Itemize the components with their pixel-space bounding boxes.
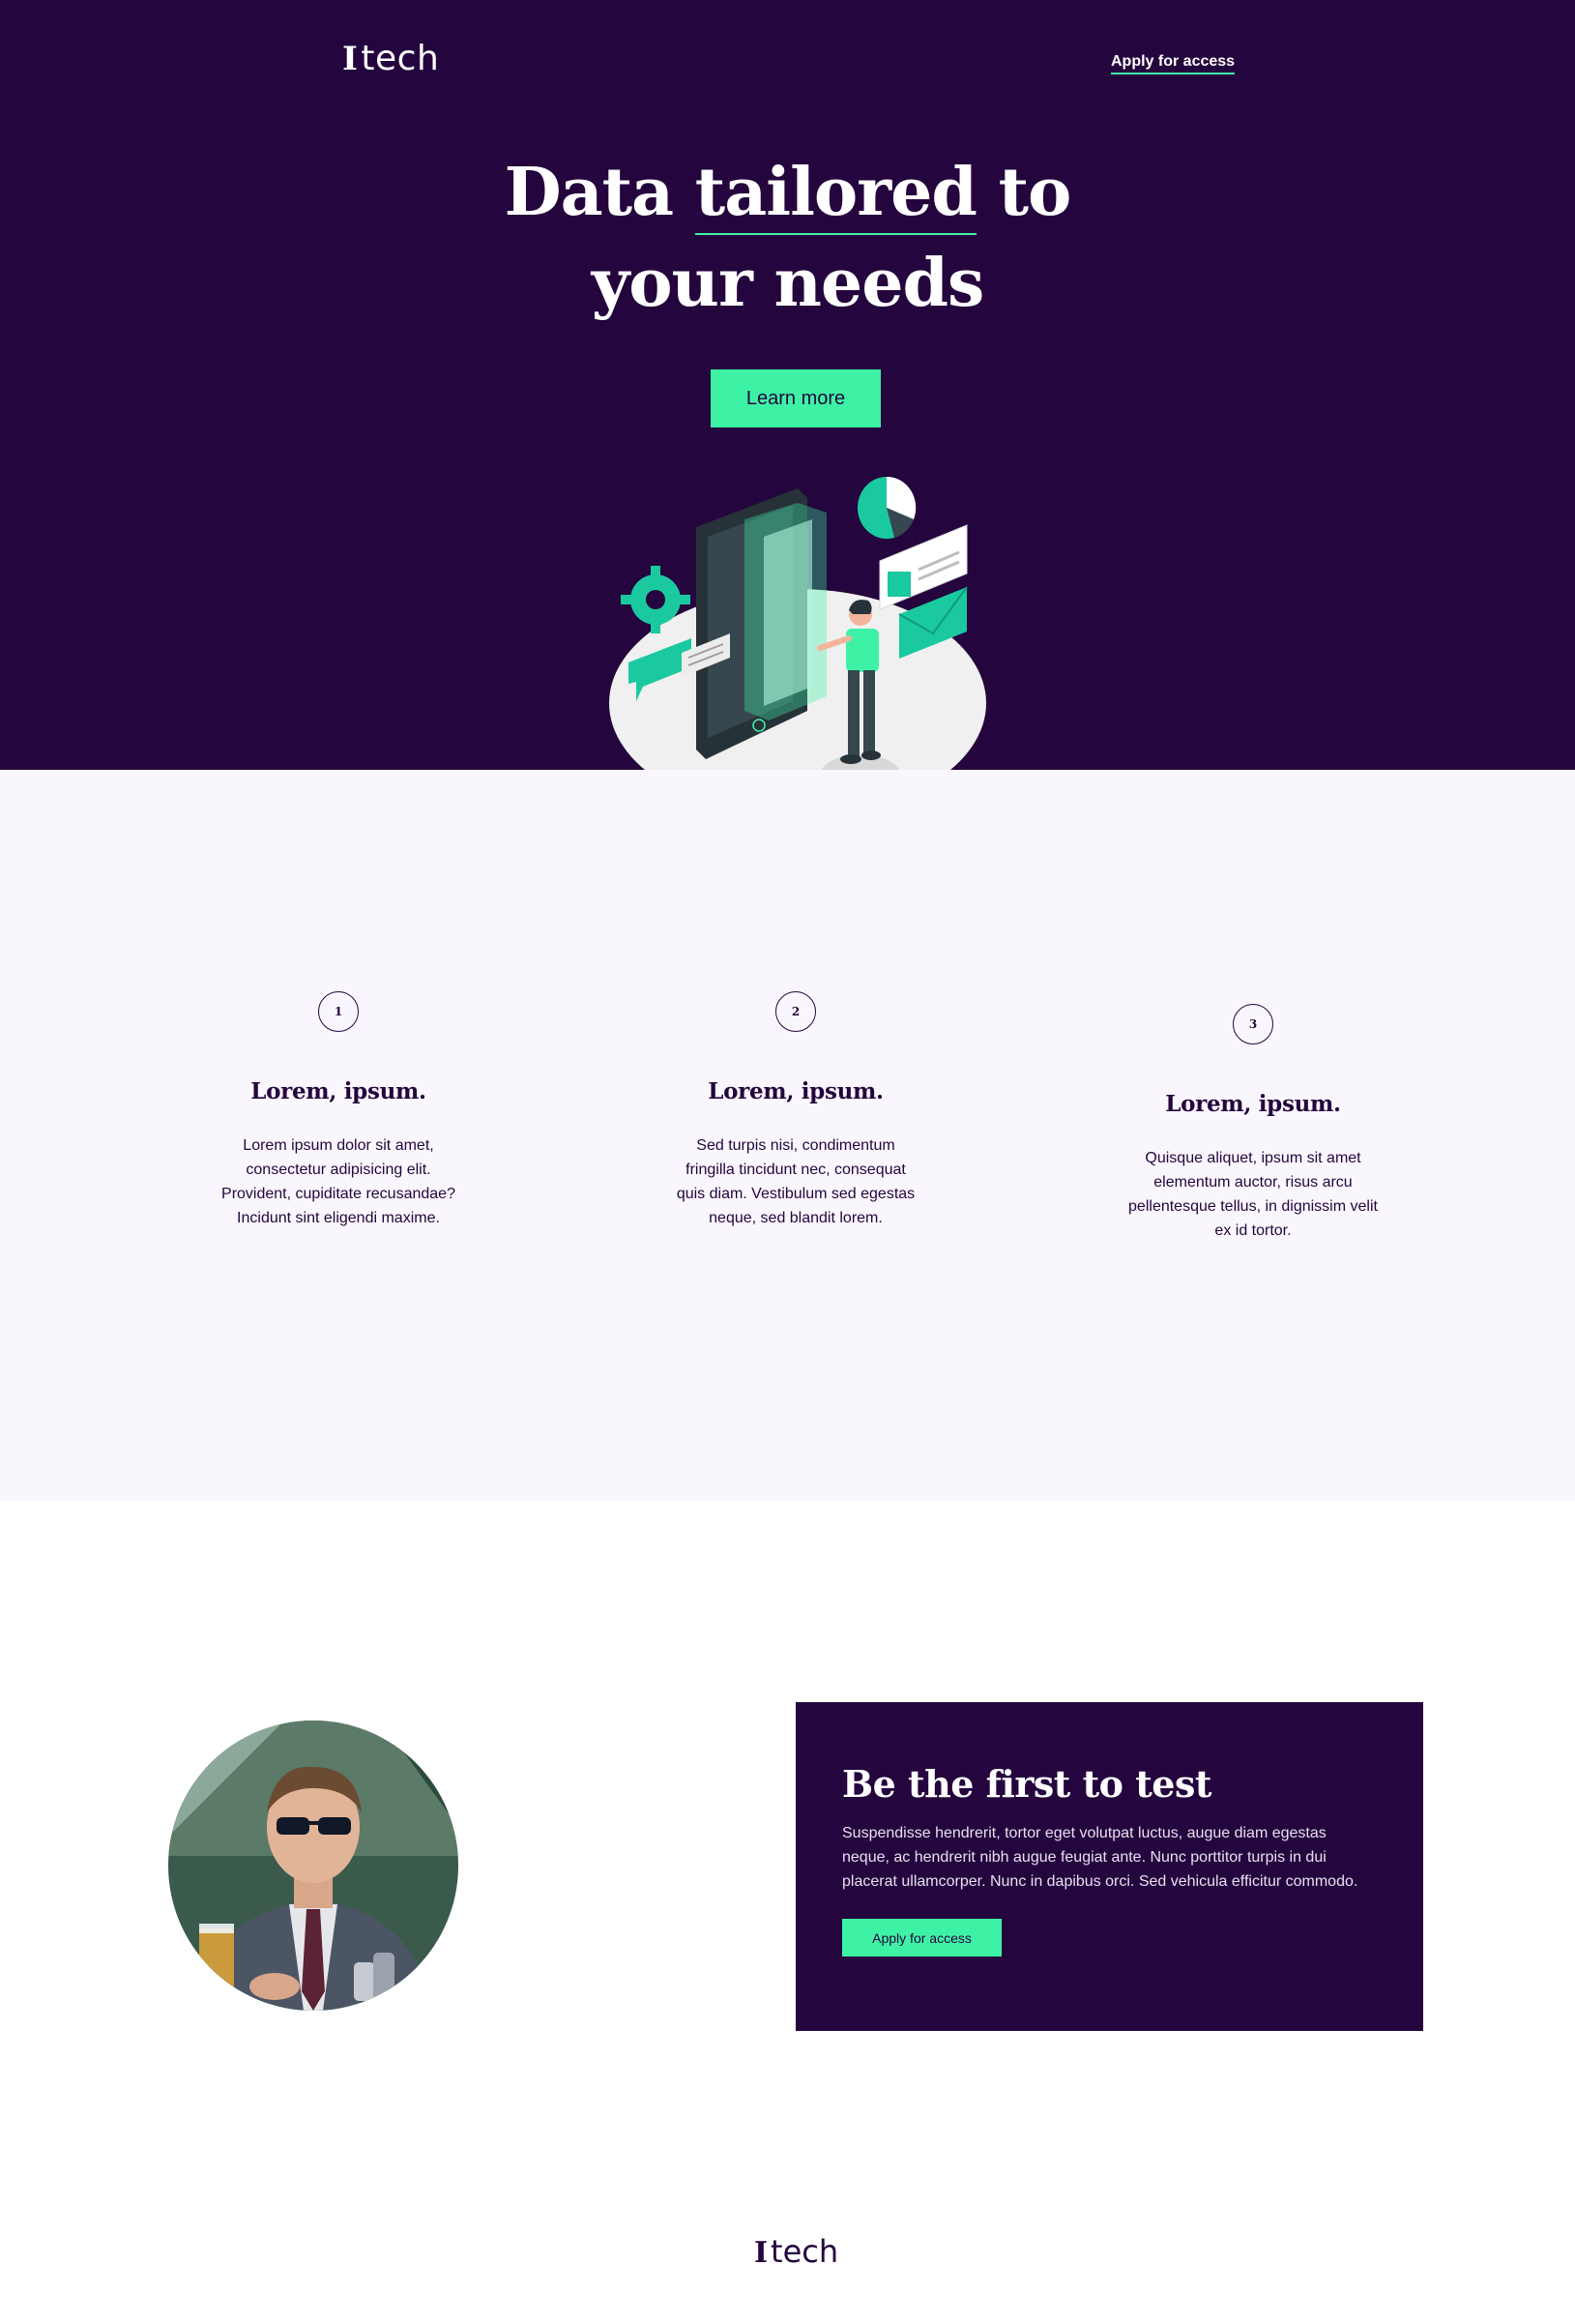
feature-card-1: 1 Lorem, ipsum. Lorem ipsum dolor sit am…	[213, 991, 464, 1230]
feature-number-badge: 3	[1233, 1004, 1273, 1044]
phone-screen-inner	[764, 519, 812, 706]
hero-title-underlined: tailored	[694, 154, 977, 235]
cta-card: Be the first to test Suspendisse hendrer…	[796, 1702, 1423, 2031]
footer-logo[interactable]: I tech	[754, 2233, 838, 2270]
feature-text: Quisque aliquet, ipsum sit amet elementu…	[1128, 1150, 1378, 1239]
feature-title: Lorem, ipsum.	[250, 1078, 426, 1104]
logo-text: tech	[361, 39, 440, 78]
feature-number-badge: 2	[775, 991, 816, 1032]
person-photo	[168, 1721, 458, 2011]
cta-text: Suspendisse hendrerit, tortor eget volut…	[842, 1825, 1358, 1890]
feature-number-badge: 1	[318, 991, 359, 1032]
apply-for-access-link[interactable]: Apply for access	[1111, 53, 1236, 74]
pie-chart-icon	[858, 476, 917, 539]
feature-title: Lorem, ipsum.	[708, 1078, 884, 1104]
logo[interactable]: I tech	[342, 39, 439, 78]
learn-more-button[interactable]: Learn more	[711, 369, 881, 427]
features-section: 1 Lorem, ipsum. Lorem ipsum dolor sit am…	[0, 770, 1575, 1501]
hero-title-post: to	[976, 154, 1072, 231]
logo-text: tech	[771, 2233, 839, 2270]
feature-card-2: 2 Lorem, ipsum. Sed turpis nisi, condime…	[670, 991, 921, 1230]
cta-apply-button[interactable]: Apply for access	[842, 1919, 1002, 1956]
cta-title: Be the first to test	[842, 1762, 1211, 1806]
hero-title-pre: Data	[504, 154, 695, 231]
logo-mark: I	[342, 40, 359, 78]
feature-text: Sed turpis nisi, condimentum fringilla t…	[676, 1137, 916, 1226]
hero-title-line2: your needs	[591, 245, 985, 322]
hero-title: Data tailored to your needs	[0, 147, 1575, 329]
feature-text: Lorem ipsum dolor sit amet, consectetur …	[221, 1137, 455, 1226]
logo-mark: I	[754, 2236, 769, 2270]
person-photo-image	[168, 1721, 458, 2011]
feature-card-3: 3 Lorem, ipsum. Quisque aliquet, ipsum s…	[1127, 1004, 1379, 1243]
feature-title: Lorem, ipsum.	[1165, 1091, 1341, 1117]
